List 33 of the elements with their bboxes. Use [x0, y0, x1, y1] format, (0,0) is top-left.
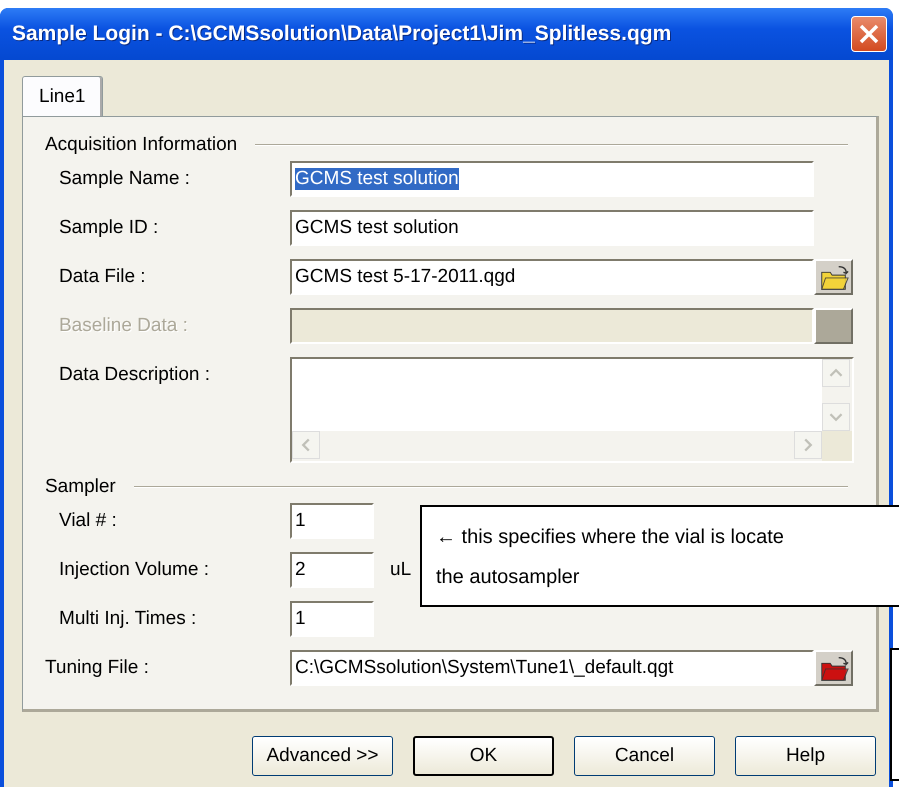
group-heading: Acquisition Information — [45, 134, 238, 156]
group-heading: Sampler — [45, 476, 116, 498]
field-label: Sample Name : — [58, 167, 191, 191]
callout-text: ← this specifies where the vial is locate — [436, 525, 784, 550]
dialog-button[interactable]: Help — [735, 736, 876, 776]
dialog-button[interactable]: Cancel — [574, 736, 715, 776]
text-field[interactable]: GCMS test solution — [290, 210, 814, 246]
text-field[interactable]: C:\GCMSsolution\System\Tune1\_default.qgt — [290, 650, 814, 686]
window-title: Sample Login - C:\GCMSsolution\Data\Project1\Jim_Splitless.qgm — [12, 22, 672, 46]
field-label: Injection Volume : — [58, 558, 210, 582]
scrollbar-corner — [822, 431, 852, 461]
field-label: Data File : — [58, 265, 147, 289]
dialog-button[interactable]: Advanced >> — [252, 736, 393, 776]
callout-text: the autosampler — [436, 565, 580, 590]
folder-icon[interactable] — [814, 259, 853, 295]
close-icon — [857, 22, 881, 46]
field-label: Vial # : — [58, 509, 118, 533]
number-field[interactable]: 1 — [290, 503, 374, 539]
text-field[interactable]: GCMS test solution — [290, 161, 814, 197]
browse-button[interactable] — [814, 308, 853, 344]
folder-icon[interactable] — [814, 650, 853, 686]
field-label: Tuning File : — [44, 656, 150, 680]
field-label: Sample ID : — [58, 216, 160, 240]
dialog-button[interactable]: OK — [413, 736, 554, 776]
text-field[interactable]: GCMS test 5-17-2011.qgd — [290, 259, 814, 295]
field-label: Multi Inj. Times : — [58, 607, 198, 631]
field-label: Baseline Data : — [58, 314, 189, 338]
field-label: Data Description : — [58, 363, 212, 387]
number-field[interactable]: 1 — [290, 601, 374, 637]
close-button[interactable] — [851, 16, 887, 52]
number-field[interactable]: 2 — [290, 552, 374, 588]
tab[interactable]: Line1 — [22, 76, 102, 116]
unit-label: uL — [390, 559, 412, 581]
